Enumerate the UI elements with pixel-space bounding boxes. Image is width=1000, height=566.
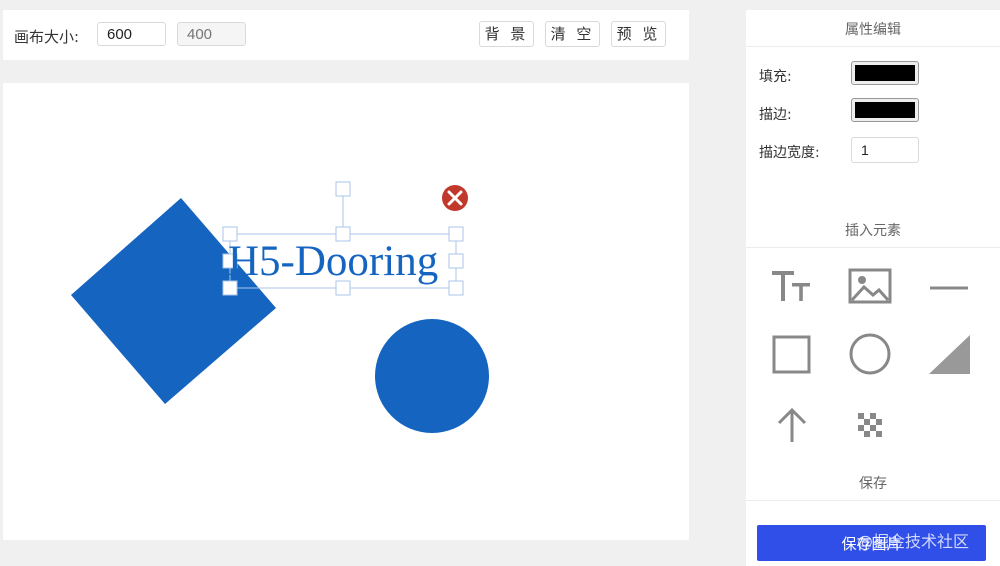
rectangle-icon[interactable] [769,332,815,378]
canvas-height-input[interactable] [177,22,246,46]
fill-label: 填充: [759,69,792,85]
watermark: @掘金技术社区 [857,532,970,551]
canvas-size-label: 画布大小: [14,28,80,46]
divider [746,247,1000,248]
mosaic-icon[interactable] [847,402,893,448]
fill-color-picker[interactable] [851,61,919,85]
drawing-canvas[interactable]: H5-Dooring [3,83,689,540]
resize-handle-tr[interactable] [448,226,464,242]
resize-handle-r[interactable] [448,253,464,269]
stroke-width-label: 描边宽度: [759,145,820,161]
diamond-shape[interactable] [71,198,276,404]
text-element[interactable]: H5-Dooring [228,235,438,289]
circle-icon[interactable] [847,332,893,378]
insert-title: 插入元素 [845,223,901,239]
properties-panel: 属性编辑 填充: 描边: 描边宽度: 插入元素 [746,10,1000,566]
canvas-width-input[interactable] [97,22,166,46]
divider [746,46,1000,47]
clear-button[interactable]: 清 空 [545,21,600,47]
circle-shape[interactable] [375,319,489,433]
stroke-color-swatch [855,102,915,118]
stroke-color-picker[interactable] [851,98,919,122]
canvas-toolbar: 画布大小: 背 景 清 空 预 览 [3,10,689,60]
triangle-icon[interactable] [926,332,972,378]
stroke-width-input[interactable] [851,137,919,163]
fill-color-swatch [855,65,915,81]
stroke-label: 描边: [759,107,792,123]
text-icon[interactable] [769,265,815,311]
line-icon[interactable] [926,265,972,311]
divider [746,500,1000,501]
background-button[interactable]: 背 景 [479,21,534,47]
rotate-handle[interactable] [335,181,351,197]
save-title: 保存 [859,476,887,492]
arrow-icon[interactable] [769,402,815,448]
image-icon[interactable] [847,265,893,311]
canvas-svg [71,181,489,433]
resize-handle-br[interactable] [448,280,464,296]
properties-title: 属性编辑 [845,22,901,38]
preview-button[interactable]: 预 览 [611,21,666,47]
delete-icon[interactable] [442,185,468,211]
